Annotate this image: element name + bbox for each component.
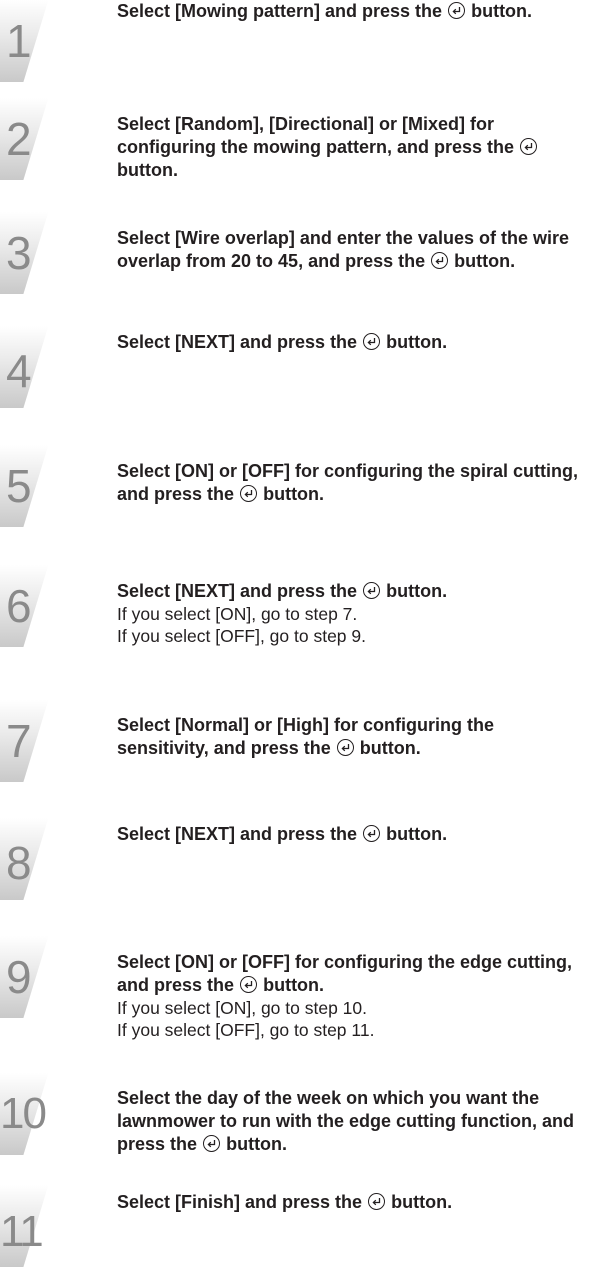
enter-button-icon <box>240 976 258 993</box>
step-bold-text: Select [Normal] or [High] for configurin… <box>117 715 494 758</box>
step-instruction: Select [Mowing pattern] and press the bu… <box>117 0 583 23</box>
step-bold-text: Select [Mowing pattern] and press the bu… <box>117 1 533 21</box>
step-bold-text: Select [NEXT] and press the button. <box>117 332 448 352</box>
step-number: 2 <box>6 113 32 165</box>
enter-button-icon <box>431 252 449 269</box>
enter-button-icon <box>368 1193 386 1210</box>
step-instruction: Select [Normal] or [High] for configurin… <box>117 714 583 760</box>
step-note: If you select [OFF], go to step 9. <box>117 626 366 646</box>
step-instruction: Select [ON] or [OFF] for configuring the… <box>117 951 583 1041</box>
step-instruction: Select [NEXT] and press the button. If y… <box>117 580 583 647</box>
step-bold-text: Select the day of the week on which you … <box>117 1088 574 1154</box>
step-bold-text: Select [NEXT] and press the button. <box>117 581 448 601</box>
step-instruction: Select [ON] or [OFF] for configuring the… <box>117 460 583 506</box>
step-bold-text: Select [Wire overlap] and enter the valu… <box>117 228 569 271</box>
step-bold-text: Select [Random], [Directional] or [Mixed… <box>117 113 583 182</box>
step-number: 4 <box>6 345 32 397</box>
step-note: If you select [OFF], go to step 11. <box>117 1020 375 1040</box>
step-bold-text: Select [Finish] and press the button. <box>117 1192 453 1212</box>
enter-button-icon <box>203 1135 221 1152</box>
enter-button-icon <box>363 582 381 599</box>
step-instruction: Select the day of the week on which you … <box>117 1087 583 1156</box>
enter-button-icon <box>363 333 381 350</box>
step-instruction: Select [Wire overlap] and enter the valu… <box>117 227 583 273</box>
step-note: If you select [ON], go to step 10. <box>117 998 367 1018</box>
step-number: 9 <box>6 951 32 1003</box>
step-number: 7 <box>6 715 32 767</box>
enter-button-icon <box>336 739 354 756</box>
enter-button-icon <box>363 825 381 842</box>
step-number: 8 <box>6 837 32 889</box>
enter-button-icon <box>520 138 538 155</box>
step-instruction: Select [Random], [Directional] or [Mixed… <box>117 113 583 182</box>
step-number: 1 <box>6 15 32 67</box>
step-instruction: Select [NEXT] and press the button. <box>117 331 583 354</box>
step-note: If you select [ON], go to step 7. <box>117 604 358 624</box>
enter-button-icon <box>240 485 258 502</box>
enter-button-icon <box>448 2 466 19</box>
step-number: 11 <box>0 1207 44 1256</box>
step-instruction: Select [NEXT] and press the button. <box>117 823 583 846</box>
step-number: 5 <box>6 460 32 512</box>
step-number: 3 <box>6 227 32 279</box>
step-bold-text: Select [ON] or [OFF] for configuring the… <box>117 461 578 504</box>
step-bold-text: Select [NEXT] and press the button. <box>117 824 448 844</box>
step-bold-text: Select [ON] or [OFF] for configuring the… <box>117 952 572 995</box>
step-number: 6 <box>6 580 32 632</box>
step-number: 10 <box>0 1089 47 1138</box>
step-instruction: Select [Finish] and press the button. <box>117 1191 583 1214</box>
